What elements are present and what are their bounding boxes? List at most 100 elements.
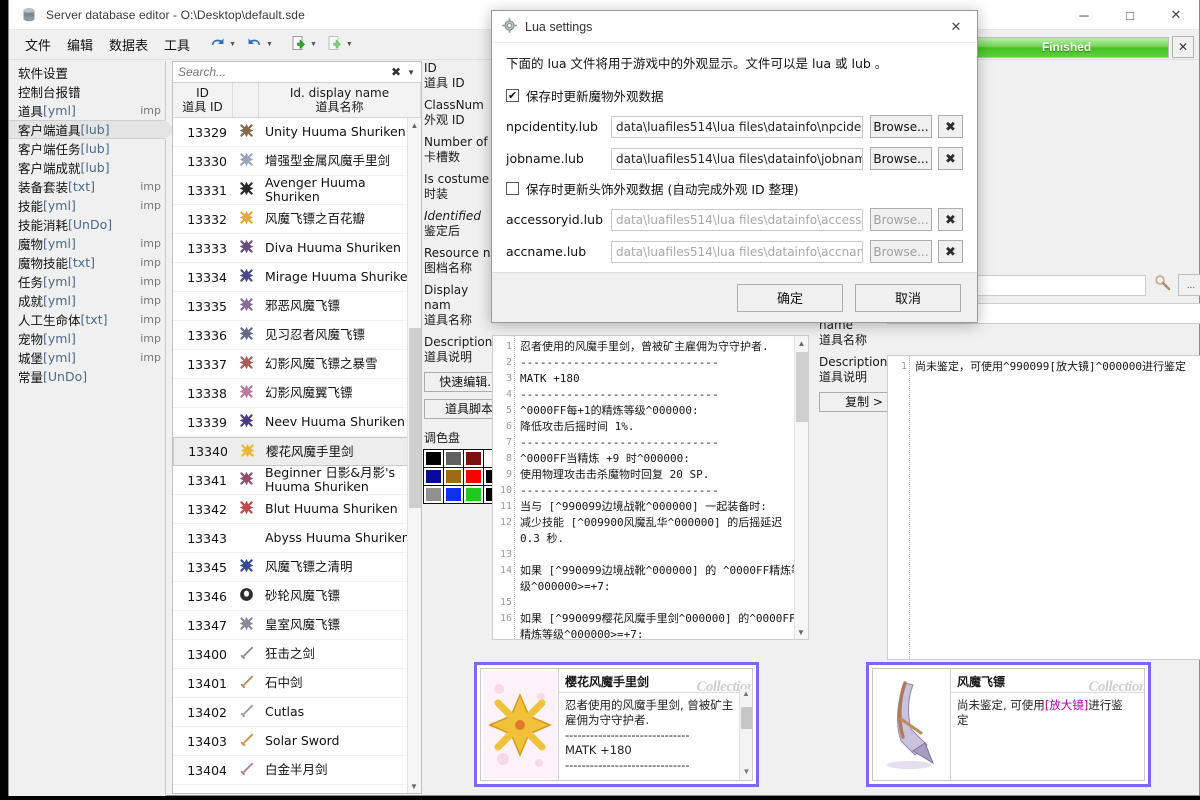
table-row[interactable]: 13402Cutlas [173,698,421,727]
sidebar-item-16[interactable]: 常量 [UnDo] [9,367,165,386]
table-row[interactable]: 13400狂击之剑 [173,640,421,669]
redo-button[interactable]: ▼ [244,34,279,56]
headgear-appearance-checkbox-row[interactable]: 保存时更新头饰外观数据 (自动完成外观 ID 整理) [506,179,963,198]
lua-file-path-input[interactable]: data\luafiles514\lua files\datainfo\accn… [611,241,863,263]
sidebar-item-3[interactable]: 客户端道具 [lub] [9,120,165,139]
preview-left-scrollbar[interactable]: ▲ ▼ [739,689,752,780]
minimize-button[interactable]: ─ [1061,0,1107,30]
table-row[interactable]: 13332风魔飞镖之百花瓣 [173,205,421,234]
undo-dropdown-caret[interactable]: ▼ [229,41,236,48]
color-palette[interactable] [424,450,492,503]
table-row[interactable]: 13338幻影风魔翼飞镖 [173,379,421,408]
preview-left-scroll-up-icon[interactable]: ▲ [740,689,752,702]
list-body[interactable]: 13329Unity Huuma Shuriken13330增强型金属风魔手里剑… [173,118,421,793]
palette-swatch[interactable] [464,450,483,467]
dialog-cancel-button[interactable]: 取消 [855,284,961,312]
sidebar-item-2[interactable]: 道具 [yml]imp [9,101,165,120]
import-button[interactable]: ▼ [289,33,323,56]
dialog-close-icon[interactable]: ✕ [935,11,977,42]
palette-swatch[interactable] [424,468,443,485]
table-row[interactable]: 13337幻影风魔飞镖之暴雪 [173,350,421,379]
column-header-icon[interactable] [233,83,259,117]
menu-edit[interactable]: 编辑 [59,31,101,58]
sidebar-item-6[interactable]: 装备套装 [txt]imp [9,177,165,196]
magnifier-icon[interactable] [1154,274,1172,296]
right-description-editor[interactable]: 1 尚未鉴定，可使用^990099[放大镜]^000000进行鉴定 [887,355,1200,660]
palette-swatch[interactable] [464,468,483,485]
list-scrollbar[interactable]: ▲ ▼ [407,118,421,793]
table-row[interactable]: 13340樱花风魔手里剑 [173,437,421,466]
table-row[interactable]: 13333Diva Huuma Shuriken [173,234,421,263]
sidebar-item-11[interactable]: 任务 [yml]imp [9,272,165,291]
menu-file[interactable]: 文件 [17,31,59,58]
lua-file-path-input[interactable]: data\luafiles514\lua files\datainfo\acce… [611,209,863,231]
lua-browse-button[interactable]: Browse... [870,115,932,138]
table-row[interactable]: 13403Solar Sword [173,727,421,756]
lua-clear-icon[interactable]: ✖ [938,147,963,170]
sidebar-item-4[interactable]: 客户端任务 [lub] [9,139,165,158]
table-row[interactable]: 13404白金半月剑 [173,756,421,785]
lua-clear-icon[interactable]: ✖ [938,240,963,263]
lua-browse-button[interactable]: Browse... [870,208,932,231]
sidebar-item-15[interactable]: 城堡 [yml]imp [9,348,165,367]
table-row[interactable]: 13331Avenger Huuma Shuriken [173,176,421,205]
lua-clear-icon[interactable]: ✖ [938,208,963,231]
lua-browse-button[interactable]: Browse... [870,147,932,170]
column-header-name[interactable]: Id. display name 道具名称 [259,83,421,117]
table-row[interactable]: 13336见习忍者风魔飞镖 [173,321,421,350]
right-description-text[interactable]: 尚未鉴定，可使用^990099[放大镜]^000000进行鉴定 [910,356,1200,659]
palette-swatch[interactable] [424,450,443,467]
sidebar-item-7[interactable]: 技能 [yml]imp [9,196,165,215]
monster-appearance-checkbox[interactable]: ✔ [506,89,519,102]
maximize-button[interactable]: □ [1107,0,1153,30]
close-button[interactable]: ✕ [1153,0,1199,30]
table-row[interactable]: 13334Mirage Huuma Shuriken [173,263,421,292]
search-options-chevron-down-icon[interactable]: ▼ [407,68,421,77]
import-dropdown-caret[interactable]: ▼ [310,41,317,48]
palette-swatch[interactable] [444,450,463,467]
left-description-text[interactable]: 忍者使用的风魔手里剑，曾被矿主雇佣为守守护者.-----------------… [515,336,808,639]
palette-swatch[interactable] [464,486,483,503]
table-row[interactable]: 13335邪恶风魔飞镖 [173,292,421,321]
lua-browse-button[interactable]: Browse... [870,240,932,263]
palette-swatch[interactable] [444,468,463,485]
right-resource-browse-button[interactable]: ... [1178,274,1200,296]
redo-dropdown-caret[interactable]: ▼ [266,41,273,48]
column-header-id[interactable]: ID 道具 ID [173,83,233,117]
lua-clear-icon[interactable]: ✖ [938,115,963,138]
table-row[interactable]: 13343Abyss Huuma Shuriken [173,524,421,553]
progress-close-button[interactable]: ✕ [1172,36,1194,58]
sidebar-item-9[interactable]: 魔物 [yml]imp [9,234,165,253]
lua-file-path-input[interactable]: data\luafiles514\lua files\datainfo\npci… [611,116,863,138]
table-row[interactable]: 13339Neev Huuma Shuriken [173,408,421,437]
search-input[interactable] [173,64,385,80]
palette-swatch[interactable] [424,486,443,503]
lua-file-path-input[interactable]: data\luafiles514\lua files\datainfo\jobn… [611,148,863,170]
left-desc-scroll-down-icon[interactable]: ▼ [795,625,807,639]
palette-swatch[interactable] [444,486,463,503]
table-row[interactable]: 13345风魔飞镖之清明 [173,553,421,582]
menu-datatable[interactable]: 数据表 [101,31,156,58]
sidebar-item-1[interactable]: 控制台报错 [9,82,165,101]
preview-left-scroll-down-icon[interactable]: ▼ [740,767,752,780]
left-description-scrollbar[interactable]: ▲ ▼ [794,336,808,639]
sidebar-item-10[interactable]: 魔物技能 [txt]imp [9,253,165,272]
table-row[interactable]: 13347皇室风魔飞镖 [173,611,421,640]
sidebar-item-5[interactable]: 客户端成就 [lub] [9,158,165,177]
table-row[interactable]: 13401石中剑 [173,669,421,698]
left-desc-scroll-up-icon[interactable]: ▲ [795,336,808,350]
sidebar-item-12[interactable]: 成就 [yml]imp [9,291,165,310]
sidebar-item-8[interactable]: 技能消耗 [UnDo] [9,215,165,234]
scroll-up-icon[interactable]: ▲ [408,118,421,132]
menu-tools[interactable]: 工具 [156,31,198,58]
left-description-editor[interactable]: 1234567891011121314151617 忍者使用的风魔手里剑，曾被矿… [492,335,809,640]
table-row[interactable]: 13341Beginner 日影&月影's Huuma Shuriken [173,466,421,495]
left-desc-scroll-thumb[interactable] [796,352,808,422]
sidebar-item-13[interactable]: 人工生命体 [txt]imp [9,310,165,329]
table-row[interactable]: 13330增强型金属风魔手里剑 [173,147,421,176]
headgear-appearance-checkbox[interactable] [506,182,519,195]
export-button[interactable]: ▼ [325,33,359,56]
dialog-ok-button[interactable]: 确定 [737,284,843,312]
table-row[interactable]: 13329Unity Huuma Shuriken [173,118,421,147]
monster-appearance-checkbox-row[interactable]: ✔ 保存时更新魔物外观数据 [506,86,963,105]
